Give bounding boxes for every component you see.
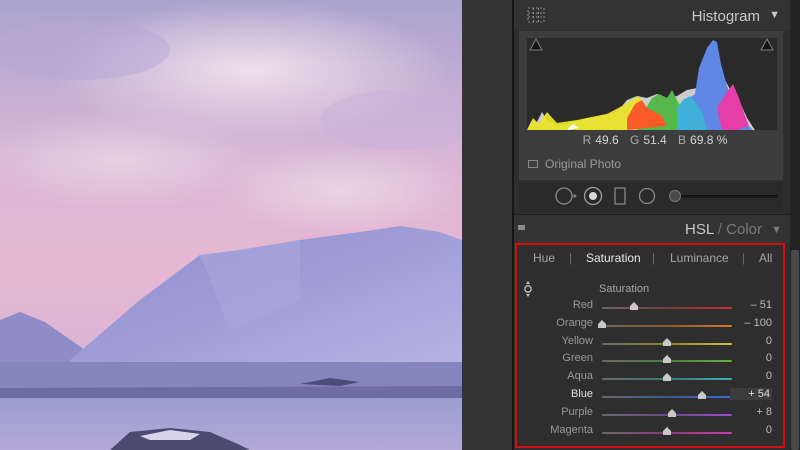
graduated-filter-icon[interactable] — [614, 186, 626, 206]
slider-label-blue: Blue — [570, 388, 593, 400]
slider-value-magenta[interactable]: 0 — [730, 424, 772, 436]
spot-removal-icon[interactable] — [554, 186, 578, 206]
readout-b-value: 69.8 — [690, 133, 714, 147]
tab-saturation[interactable]: Saturation — [586, 251, 641, 265]
histogram-header[interactable]: Histogram ▼ — [514, 0, 790, 30]
original-photo-toggle[interactable]: Original Photo — [528, 157, 621, 171]
tool-slider-track[interactable] — [675, 195, 778, 198]
slider-row-green[interactable]: Green 0 — [518, 352, 782, 368]
slider-value-purple[interactable]: + 8 — [730, 406, 772, 418]
readout-g-label: G — [629, 133, 640, 147]
slider-row-purple[interactable]: Purple + 8 — [518, 406, 782, 422]
slider-track-orange[interactable] — [602, 325, 732, 327]
hsl-title-separator: / — [717, 221, 722, 238]
hsl-title-active[interactable]: HSL — [685, 221, 714, 238]
slider-row-magenta[interactable]: Magenta 0 — [518, 424, 782, 440]
slider-label-aqua: Aqua — [567, 370, 593, 382]
slider-row-red[interactable]: Red – 51 — [518, 299, 782, 315]
hsl-tabs: Hue | Saturation | Luminance | All — [518, 251, 782, 267]
radial-filter-icon[interactable] — [637, 186, 657, 206]
tab-all[interactable]: All — [759, 251, 772, 265]
slider-value-aqua[interactable]: 0 — [730, 370, 772, 382]
slider-track-blue[interactable] — [602, 396, 732, 398]
tab-luminance[interactable]: Luminance — [670, 251, 729, 265]
slider-label-orange: Orange — [556, 317, 593, 329]
tab-separator: | — [652, 251, 656, 265]
tab-separator: | — [742, 251, 746, 265]
saturation-section-label: Saturation — [599, 283, 650, 295]
targeted-adjustment-icon[interactable] — [523, 281, 533, 297]
histogram-graph[interactable] — [527, 38, 777, 130]
filmstrip-gap — [462, 0, 512, 450]
readout-g-value: 51.4 — [643, 133, 667, 147]
slider-label-purple: Purple — [561, 406, 593, 418]
panel-scrollbar-thumb[interactable] — [791, 250, 799, 450]
slider-label-red: Red — [572, 299, 593, 311]
landscape-photo — [0, 0, 462, 450]
slider-row-yellow[interactable]: Yellow 0 — [518, 335, 782, 351]
tab-hue[interactable]: Hue — [533, 251, 555, 265]
original-photo-label: Original Photo — [545, 157, 622, 171]
hsl-title-color[interactable]: Color — [726, 221, 762, 238]
slider-label-yellow: Yellow — [561, 335, 593, 347]
slider-value-red[interactable]: – 51 — [730, 299, 772, 311]
slider-row-blue[interactable]: Blue + 54 — [518, 388, 782, 404]
hsl-color-title: HSL / Color — [685, 221, 762, 238]
collapse-triangle-icon[interactable]: ▼ — [771, 224, 782, 236]
collapse-triangle-icon[interactable]: ▼ — [769, 9, 780, 21]
slider-value-blue[interactable]: + 54 — [730, 388, 772, 400]
slider-value-orange[interactable]: – 100 — [730, 317, 772, 329]
readout-r-value: 49.6 — [595, 133, 619, 147]
slider-track-red[interactable] — [602, 307, 732, 309]
slider-label-magenta: Magenta — [550, 424, 593, 436]
readout-b-label: B — [678, 133, 687, 147]
histogram-readout: R 49.6 G 51.4 B 69.8 % — [519, 133, 783, 147]
red-eye-icon[interactable] — [583, 186, 603, 206]
slider-label-green: Green — [562, 352, 593, 364]
tab-separator: | — [569, 251, 573, 265]
slider-value-green[interactable]: 0 — [730, 352, 772, 364]
original-photo-checkbox-icon[interactable] — [528, 160, 538, 168]
slider-track-purple[interactable] — [602, 414, 732, 416]
photo-preview[interactable] — [0, 0, 462, 450]
readout-r-label: R — [582, 133, 592, 147]
readout-unit: % — [716, 133, 728, 147]
slider-row-aqua[interactable]: Aqua 0 — [518, 370, 782, 386]
histogram-title: Histogram — [691, 8, 760, 25]
crop-overlay-icon[interactable] — [527, 7, 545, 23]
slider-row-orange[interactable]: Orange – 100 — [518, 317, 782, 333]
panel-switch-icon[interactable] — [518, 225, 525, 230]
tool-slider-knob[interactable] — [669, 190, 681, 202]
slider-value-yellow[interactable]: 0 — [730, 335, 772, 347]
